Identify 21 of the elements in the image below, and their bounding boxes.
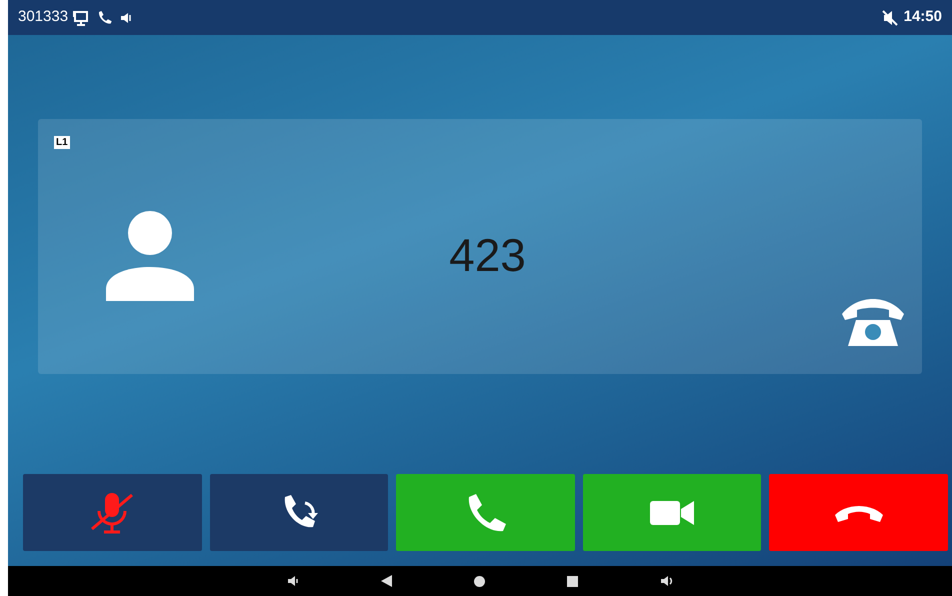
home-icon[interactable] — [474, 576, 484, 586]
contact-avatar-icon — [105, 210, 195, 300]
recent-apps-icon[interactable] — [566, 576, 578, 586]
answer-button[interactable] — [396, 474, 575, 551]
caller-number: 423 — [448, 228, 527, 283]
account-number: 301333 — [18, 7, 68, 28]
hangup-button[interactable] — [769, 474, 948, 551]
transfer-button[interactable] — [210, 474, 388, 551]
phone-icon — [97, 10, 112, 25]
muted-speaker-icon — [882, 10, 898, 26]
video-button[interactable] — [582, 474, 762, 551]
line-label: L1 — [54, 136, 70, 149]
network-icon — [73, 10, 90, 26]
video-camera-icon — [650, 498, 694, 526]
speaker-icon — [120, 12, 132, 24]
clock: 14:50 — [904, 7, 942, 28]
mute-button[interactable] — [23, 474, 202, 551]
volume-up-icon[interactable] — [660, 575, 674, 587]
volume-down-icon[interactable] — [286, 575, 298, 587]
telephone-icon — [840, 298, 906, 348]
back-icon[interactable] — [380, 575, 392, 587]
